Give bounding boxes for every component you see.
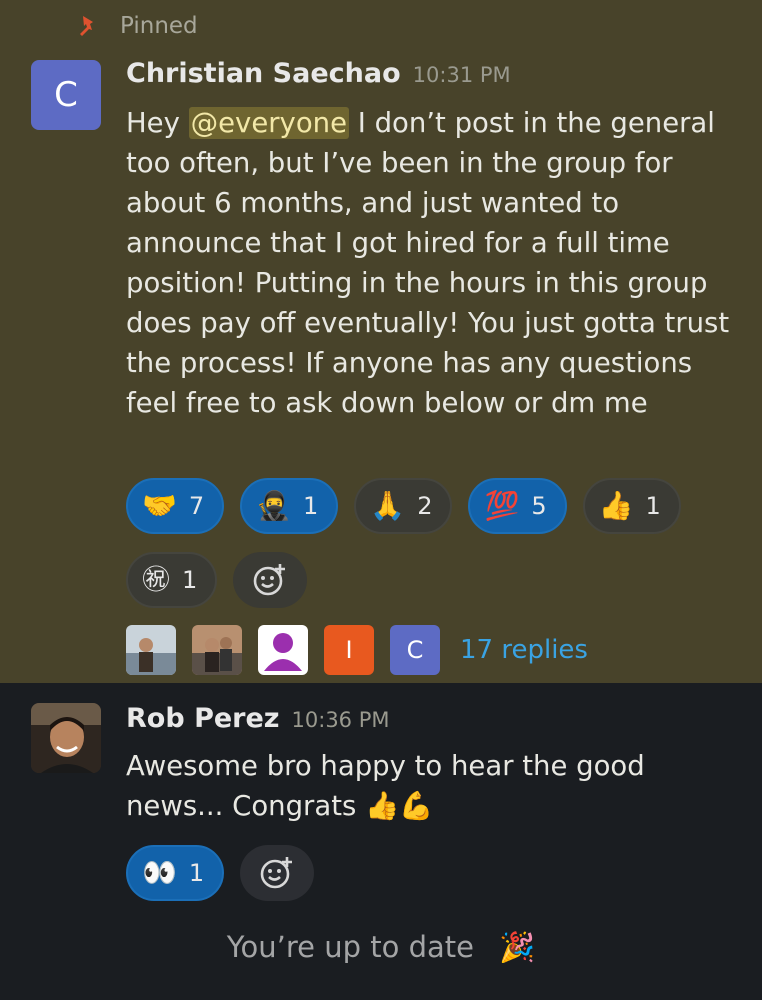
- message-body-2: Awesome bro happy to hear the good news.…: [126, 746, 726, 826]
- everyone-mention[interactable]: @everyone: [188, 107, 349, 139]
- reply-avatar-5[interactable]: C: [390, 625, 440, 675]
- reaction-count: 1: [188, 859, 205, 887]
- hundred-points-icon: 💯: [484, 489, 520, 522]
- party-popper-icon: 🎉: [499, 930, 536, 964]
- congratulations-icon: ㊗: [142, 563, 171, 596]
- reaction-chip[interactable]: 🙏 2: [354, 478, 453, 534]
- pin-icon: [76, 14, 100, 38]
- reaction-bar: 🤝 7 🥷 1 🙏 2 💯 5 👍 1 ㊗ 1: [126, 478, 746, 626]
- handshake-icon: 🤝: [142, 489, 177, 522]
- add-emoji-icon: [260, 857, 293, 889]
- author-avatar[interactable]: C: [31, 60, 101, 130]
- reaction-count: 1: [303, 492, 319, 520]
- reaction-chip[interactable]: 👀 1: [126, 845, 225, 901]
- pinned-label: Pinned: [120, 13, 198, 39]
- thumbs-muscle-emoji: 👍💪: [365, 790, 434, 822]
- folded-hands-icon: 🙏: [370, 489, 406, 522]
- author-name-2[interactable]: Rob Perez: [126, 703, 280, 734]
- message-timestamp-2[interactable]: 10:36 PM: [292, 708, 390, 732]
- replies-link[interactable]: 17 replies: [460, 635, 588, 665]
- thread-replies[interactable]: IC 17 replies: [126, 625, 588, 675]
- reaction-count: 7: [188, 492, 205, 520]
- message-header: Christian Saechao 10:31 PM: [126, 58, 511, 89]
- up-to-date-label: You’re up to date: [226, 930, 474, 964]
- message-timestamp[interactable]: 10:31 PM: [413, 63, 511, 87]
- message-text-rest: I don’t post in the general too often, b…: [126, 107, 730, 419]
- eyes-icon: 👀: [142, 856, 177, 889]
- add-emoji-icon: [253, 564, 286, 596]
- pinned-indicator: Pinned: [76, 8, 198, 44]
- reply-avatar-2[interactable]: [192, 625, 242, 675]
- add-reaction-button[interactable]: [240, 845, 315, 901]
- reaction-chip[interactable]: ㊗ 1: [126, 552, 218, 608]
- pinned-message-area: Pinned C Christian Saechao 10:31 PM Hey …: [0, 0, 762, 683]
- reaction-chip[interactable]: 💯 5: [468, 478, 567, 534]
- reply-avatars: IC: [126, 625, 456, 675]
- message-header-2: Rob Perez 10:36 PM: [126, 703, 390, 734]
- reply-avatar-3[interactable]: [258, 625, 308, 675]
- reaction-chip[interactable]: 🥷 1: [240, 478, 339, 534]
- reaction-count: 1: [645, 492, 661, 520]
- reaction-chip[interactable]: 🤝 7: [126, 478, 225, 534]
- author-name[interactable]: Christian Saechao: [126, 58, 401, 89]
- reply-avatar-4[interactable]: I: [324, 625, 374, 675]
- message-body: Hey @everyone I don’t post in the genera…: [126, 103, 736, 423]
- reaction-count: 2: [417, 492, 433, 520]
- reaction-count: 1: [182, 566, 198, 594]
- reply-avatar-1[interactable]: [126, 625, 176, 675]
- thumbs-up-icon: 👍: [598, 489, 634, 522]
- reaction-bar-2: 👀 1: [126, 845, 746, 919]
- reaction-count: 5: [531, 492, 547, 520]
- reaction-chip[interactable]: 👍 1: [582, 478, 681, 534]
- message-text-start: Hey: [126, 107, 189, 139]
- add-reaction-button[interactable]: [233, 552, 308, 608]
- rob-perez-avatar[interactable]: [31, 703, 101, 773]
- ninja-icon: 🥷: [256, 489, 292, 522]
- up-to-date-status: You’re up to date 🎉: [0, 930, 762, 965]
